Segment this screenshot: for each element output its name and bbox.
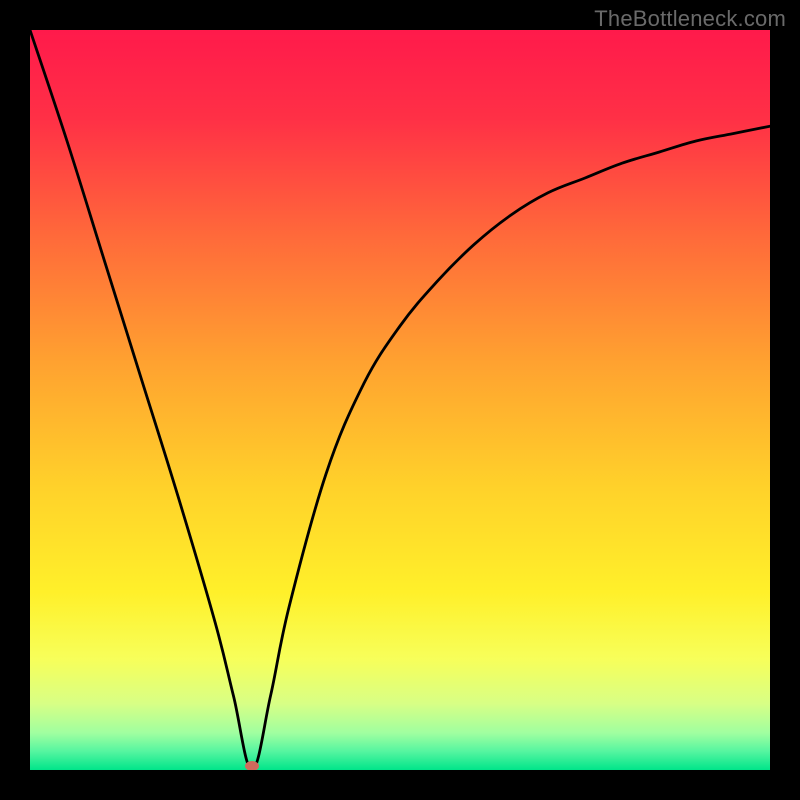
bottleneck-curve xyxy=(30,30,770,770)
curve-layer xyxy=(30,30,770,770)
plot-area xyxy=(30,30,770,770)
watermark-text: TheBottleneck.com xyxy=(594,6,786,32)
chart-frame: TheBottleneck.com xyxy=(0,0,800,800)
minimum-marker-icon xyxy=(245,761,259,770)
